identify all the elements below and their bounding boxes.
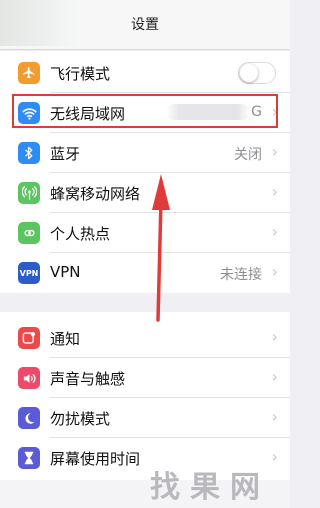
annotation-arrow [152, 174, 170, 322]
watermark: 找果网 [150, 470, 270, 505]
